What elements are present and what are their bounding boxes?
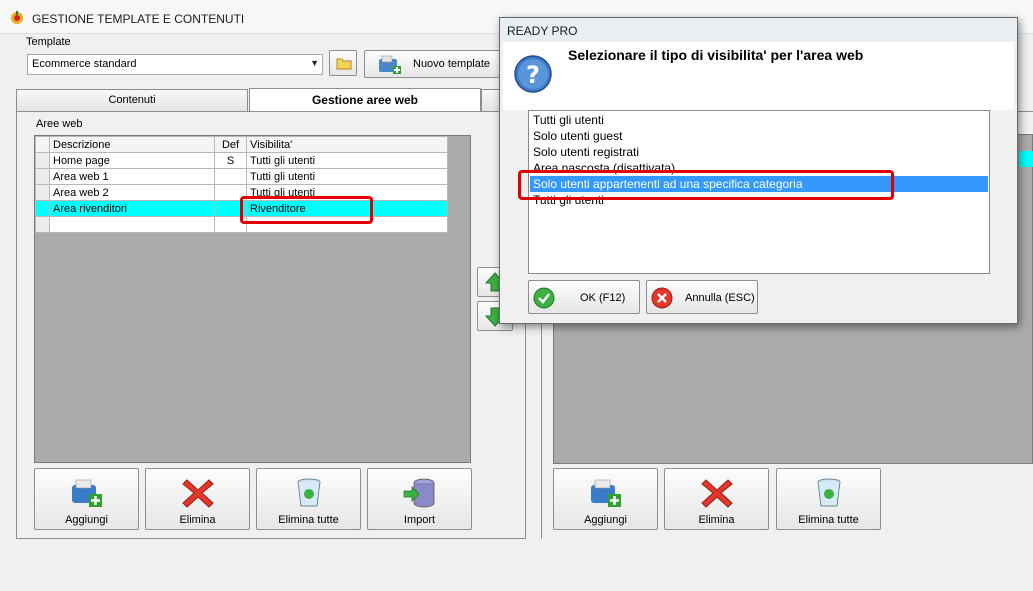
dialog-prompt: Selezionare il tipo di visibilita' per l… <box>568 47 864 63</box>
template-select-value: Ecommerce standard <box>32 58 137 70</box>
ok-label: OK (F12) <box>580 292 626 304</box>
elimina-tutte-label: Elimina tutte <box>278 514 339 526</box>
aree-web-label: Aree web <box>36 118 83 130</box>
right-elimina-tutte-button[interactable]: Elimina tutte <box>776 468 881 530</box>
template-select[interactable]: Ecommerce standard ▼ <box>27 54 323 75</box>
cancel-label: Annulla (ESC) <box>685 292 755 304</box>
cell-descrizione[interactable]: Home page <box>49 152 215 169</box>
row-indicator <box>35 200 50 217</box>
open-folder-button[interactable] <box>329 50 357 76</box>
cell-descrizione[interactable]: Area rivenditori <box>49 200 215 217</box>
delete-x-icon <box>701 479 733 508</box>
import-button[interactable]: Import <box>367 468 472 530</box>
right-grid-selection <box>1019 151 1033 167</box>
app-icon <box>11 11 23 24</box>
list-item[interactable]: Tutti gli utenti <box>530 112 988 128</box>
recycle-bin-icon <box>297 478 321 507</box>
window-title: GESTIONE TEMPLATE E CONTENUTI <box>32 12 245 26</box>
cell-descrizione[interactable]: Area web 2 <box>49 184 215 201</box>
recycle-bin-icon <box>817 478 841 507</box>
aggiungi-label: Aggiungi <box>65 514 108 526</box>
right-elimina-button[interactable]: Elimina <box>664 468 769 530</box>
right-aggiungi-label: Aggiungi <box>584 514 627 526</box>
right-elimina-tutte-label: Elimina tutte <box>798 514 859 526</box>
cell-empty[interactable] <box>49 216 215 233</box>
cancel-button[interactable]: Annulla (ESC) <box>646 280 758 314</box>
tab-contenuti[interactable]: Contenuti <box>16 89 248 111</box>
elimina-button[interactable]: Elimina <box>145 468 250 530</box>
add-icon <box>591 479 621 507</box>
cell-def[interactable] <box>214 168 247 185</box>
new-template-icon <box>379 55 401 74</box>
column-header-visibilita[interactable]: Visibilita' <box>246 136 448 153</box>
aggiungi-button[interactable]: Aggiungi <box>34 468 139 530</box>
right-aggiungi-button[interactable]: Aggiungi <box>553 468 658 530</box>
check-icon <box>533 287 555 309</box>
cell-descrizione[interactable]: Area web 1 <box>49 168 215 185</box>
folder-icon <box>336 58 352 70</box>
right-elimina-label: Elimina <box>698 514 735 526</box>
row-indicator <box>35 184 50 201</box>
visibility-dialog: READY PRO ? Selezionare il tipo di visib… <box>499 17 1018 324</box>
elimina-label: Elimina <box>179 514 216 526</box>
dialog-header: ? Selezionare il tipo di visibilita' per… <box>503 42 1014 110</box>
question-icon: ? <box>514 55 552 93</box>
svg-text:?: ? <box>526 61 540 89</box>
column-header-def[interactable]: Def <box>214 136 247 153</box>
list-item[interactable]: Solo utenti guest <box>530 128 988 144</box>
chevron-down-icon: ▼ <box>310 58 319 68</box>
table-row[interactable]: Area web 1 Tutti gli utenti <box>35 168 448 185</box>
column-header-descrizione[interactable]: Descrizione <box>49 136 215 153</box>
delete-x-icon <box>182 479 214 508</box>
cancel-icon <box>651 287 673 309</box>
list-item[interactable]: Solo utenti registrati <box>530 144 988 160</box>
dialog-titlebar: READY PRO <box>500 18 1017 42</box>
new-template-button[interactable]: Nuovo template <box>364 50 500 78</box>
add-icon <box>72 479 102 507</box>
elimina-tutte-button[interactable]: Elimina tutte <box>256 468 361 530</box>
dialog-title: READY PRO <box>507 24 578 38</box>
cell-visibilita[interactable]: Tutti gli utenti <box>246 152 448 169</box>
highlight-box <box>518 170 894 200</box>
highlight-box <box>240 196 373 224</box>
template-label: Template <box>26 36 71 48</box>
tab-gestione-aree-web[interactable]: Gestione aree web <box>249 88 481 112</box>
ok-button[interactable]: OK (F12) <box>528 280 640 314</box>
row-indicator <box>35 136 50 153</box>
import-label: Import <box>403 514 436 526</box>
table-row[interactable]: Home page S Tutti gli utenti <box>35 152 448 169</box>
cell-def[interactable]: S <box>214 152 247 169</box>
row-indicator <box>35 216 50 233</box>
row-indicator <box>35 152 50 169</box>
row-indicator <box>35 168 50 185</box>
import-database-icon <box>403 478 435 508</box>
grid-header-row: Descrizione Def Visibilita' <box>35 136 448 153</box>
new-template-label: Nuovo template <box>413 58 491 70</box>
cell-visibilita[interactable]: Tutti gli utenti <box>246 168 448 185</box>
